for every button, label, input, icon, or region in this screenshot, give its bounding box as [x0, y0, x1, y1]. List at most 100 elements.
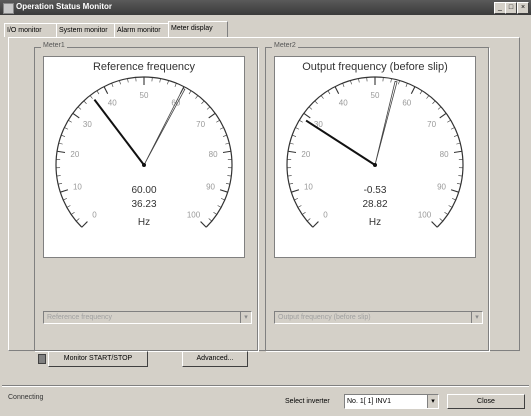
needle	[93, 99, 145, 166]
minor-tick	[308, 106, 313, 110]
meter2-value2: 28.82	[362, 199, 388, 210]
select-inverter-label: Select inverter	[285, 398, 330, 405]
minor-tick	[219, 127, 224, 130]
minor-tick	[127, 78, 129, 83]
tab-io-monitor[interactable]: I/O monitor	[4, 23, 58, 37]
meter1-value2: 36.23	[131, 199, 157, 210]
minor-tick	[61, 134, 66, 137]
minor-tick	[174, 83, 177, 88]
major-tick	[222, 150, 232, 154]
tick-label: 40	[339, 99, 348, 108]
minor-tick	[222, 134, 227, 137]
major-tick	[410, 86, 416, 94]
minor-tick	[68, 119, 72, 123]
close-window-button[interactable]: ×	[517, 2, 529, 14]
peak-marker	[143, 87, 186, 166]
minor-tick	[227, 175, 232, 177]
minor-tick	[188, 90, 192, 95]
minor-tick	[358, 78, 360, 83]
window-title: Operation Status Monitor	[16, 2, 112, 11]
minor-tick	[405, 83, 408, 88]
meter1-group: Meter1 0 10 20 30 40 50 60 70 80 90 100 Reference …	[34, 42, 258, 351]
major-tick	[56, 150, 66, 154]
meter2-gauge: 0 10 20 30 40 50 60 70 80 90 100 Output frequency …	[274, 56, 476, 258]
chevron-down-icon[interactable]: ▾	[471, 312, 482, 323]
minor-tick	[458, 175, 463, 177]
monitor-status-led	[38, 354, 46, 364]
tick-label: 80	[440, 150, 449, 159]
meter1-value1: 60.00	[131, 185, 157, 196]
needle-hub	[373, 163, 377, 167]
minor-tick	[167, 80, 169, 85]
minor-tick	[299, 119, 303, 123]
meter2-title: Output frequency (before slip)	[302, 61, 448, 73]
advanced-button[interactable]: Advanced...	[182, 351, 248, 367]
minor-tick	[64, 127, 69, 130]
minor-tick	[213, 211, 217, 215]
major-tick	[208, 112, 216, 119]
minor-tick	[159, 78, 161, 83]
minor-tick	[302, 211, 306, 215]
meter1-selector-text: Reference frequency	[47, 314, 112, 321]
major-tick	[439, 112, 447, 119]
minor-tick	[342, 83, 345, 88]
minor-tick	[432, 100, 436, 104]
minor-tick	[320, 95, 324, 99]
meter1-gauge: 0 10 20 30 40 50 60 70 80 90 100 Reference frequen…	[43, 56, 245, 258]
minor-tick	[350, 80, 352, 85]
meter-display-panel: Meter1 0 10 20 30 40 50 60 70 80 90 100 Reference …	[8, 37, 520, 351]
needle-hub	[142, 163, 146, 167]
meter2-selector[interactable]: Output frequency (before slip) ▾	[274, 311, 483, 324]
minor-tick	[96, 90, 100, 95]
minor-tick	[206, 106, 211, 110]
select-inverter-value: No. 1[ 1] INV1	[347, 398, 391, 405]
minor-tick	[419, 90, 423, 95]
minor-tick	[447, 119, 451, 123]
select-inverter-dropdown[interactable]: No. 1[ 1] INV1 ▾	[344, 394, 439, 409]
operation-status-monitor-window: Operation Status Monitor _ □ × I/O monit…	[0, 0, 531, 416]
title-bar: Operation Status Monitor _ □ ×	[0, 0, 531, 15]
tick-label: 20	[301, 150, 310, 159]
meter1-title: Reference frequency	[92, 61, 196, 73]
minor-tick	[327, 90, 331, 95]
minor-tick	[453, 134, 458, 137]
tick-label: 70	[196, 120, 205, 129]
major-tick	[287, 150, 297, 154]
tick-label: 30	[83, 120, 92, 129]
status-divider	[2, 385, 529, 387]
meter2-group: Meter2 0 10 20 30 40 50 60 70 80 90 100 Output fre…	[265, 42, 489, 351]
tab-system-monitor[interactable]: System monitor	[56, 23, 117, 37]
needle	[305, 119, 376, 166]
minor-tick	[398, 80, 400, 85]
meter2-unit: Hz	[368, 217, 382, 228]
tick-label: 60	[402, 99, 411, 108]
tick-label: 20	[70, 150, 79, 159]
tab-alarm-monitor[interactable]: Alarm monitor	[114, 23, 172, 37]
minor-tick	[456, 142, 461, 145]
minor-tick	[292, 134, 297, 137]
minor-tick	[390, 78, 392, 83]
monitor-start-stop-button[interactable]: Monitor START/STOP	[48, 351, 148, 367]
major-tick	[453, 150, 463, 154]
chevron-down-icon[interactable]: ▾	[427, 395, 438, 408]
tick-label: 80	[209, 150, 218, 159]
minor-tick	[71, 211, 75, 215]
tab-meter-display[interactable]: Meter display	[168, 21, 228, 37]
minor-tick	[450, 127, 455, 130]
app-icon	[3, 3, 14, 14]
minor-tick	[56, 175, 61, 177]
tick-label: 70	[427, 120, 436, 129]
meter1-selector[interactable]: Reference frequency ▾	[43, 311, 252, 324]
tick-label: 50	[140, 91, 149, 100]
maximize-button[interactable]: □	[505, 2, 517, 14]
meter1-unit: Hz	[137, 217, 151, 228]
minor-tick	[437, 106, 442, 110]
minor-tick	[216, 119, 220, 123]
minor-tick	[295, 127, 300, 130]
chevron-down-icon[interactable]: ▾	[240, 312, 251, 323]
meter2-selector-text: Output frequency (before slip)	[278, 314, 371, 321]
minor-tick	[289, 142, 294, 145]
close-button[interactable]: Close	[447, 394, 525, 409]
minor-tick	[77, 106, 82, 110]
major-tick	[334, 86, 340, 94]
